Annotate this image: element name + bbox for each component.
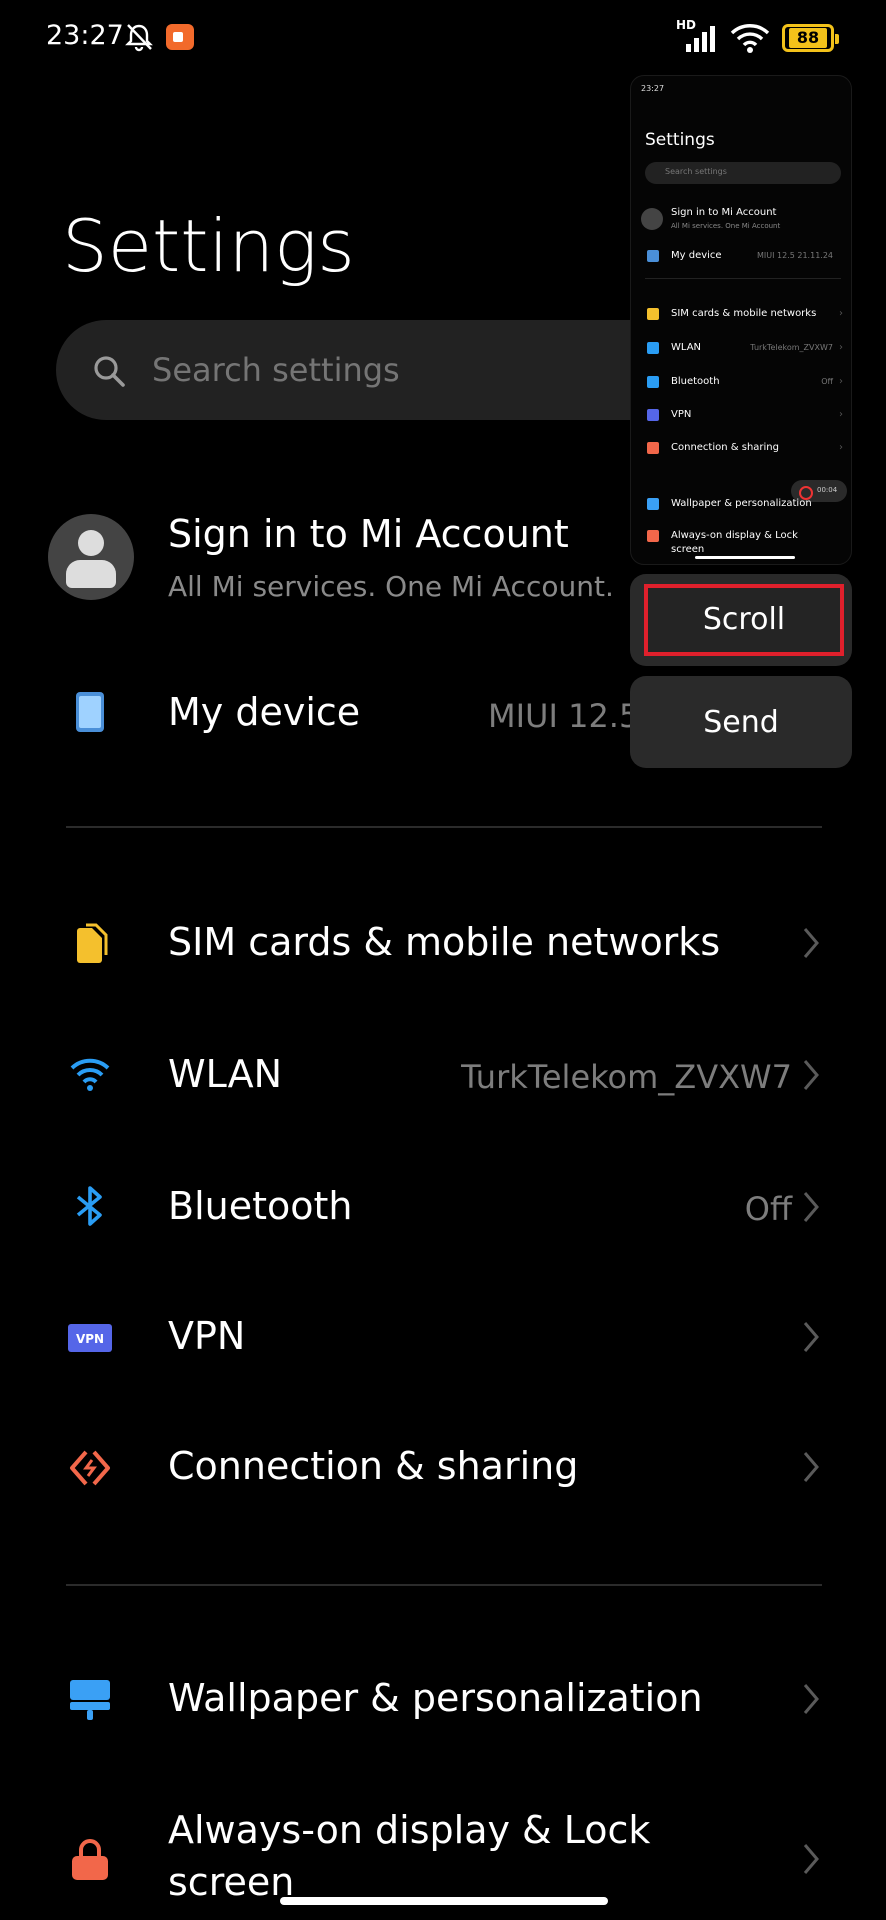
chevron-right-icon (803, 1060, 819, 1090)
mini-search-placeholder: Search settings (665, 167, 727, 176)
chevron-right-icon (803, 1844, 819, 1874)
mini-vpn-row: VPN › (631, 405, 851, 427)
bluetooth-value: Off (744, 1190, 792, 1228)
bluetooth-label[interactable]: Bluetooth (168, 1184, 352, 1228)
wallpaper-icon (70, 1680, 110, 1720)
battery-level: 88 (789, 28, 827, 48)
scroll-button[interactable]: Scroll (644, 584, 844, 656)
always-on-label[interactable]: Always-on display & Lock (168, 1808, 650, 1852)
sim-card-icon (77, 923, 108, 963)
wifi-icon (730, 24, 770, 53)
mini-account-subtitle: All Mi services. One Mi Account (671, 222, 781, 230)
chevron-right-icon (803, 1322, 819, 1352)
signal-icon (686, 26, 715, 52)
mini-avatar (641, 208, 663, 230)
status-time: 23:27 (46, 20, 124, 51)
mini-connection-row: Connection & sharing › (631, 438, 851, 460)
mini-wallpaper-row: Wallpaper & personalization (631, 494, 851, 516)
connection-sharing-label[interactable]: Connection & sharing (168, 1444, 578, 1488)
search-icon (94, 356, 125, 387)
account-subtitle: All Mi services. One Mi Account. (168, 570, 614, 603)
wallpaper-label[interactable]: Wallpaper & personalization (168, 1676, 703, 1720)
divider (66, 1584, 822, 1586)
search-input[interactable] (150, 350, 654, 390)
mini-bluetooth-row: Bluetooth Off › (631, 372, 851, 394)
status-bar: 23:27 HD 88 (0, 0, 886, 78)
send-button[interactable]: Send (630, 676, 852, 768)
mini-account-title: Sign in to Mi Account (671, 207, 777, 218)
mini-sim-row: SIM cards & mobile networks › (631, 304, 851, 326)
mini-title: Settings (645, 130, 715, 150)
mini-status-time: 23:27 (641, 84, 665, 93)
screen-preview-overlay: 23:27 Settings Search settings Sign in t… (630, 75, 852, 565)
connection-sharing-icon (70, 1450, 110, 1486)
chevron-right-icon (803, 1192, 819, 1222)
divider (66, 826, 822, 828)
chevron-right-icon (803, 928, 819, 958)
wlan-label[interactable]: WLAN (168, 1052, 282, 1096)
page-title: Settings (62, 204, 355, 288)
device-icon (76, 692, 104, 732)
bluetooth-icon (76, 1186, 102, 1226)
vpn-label[interactable]: VPN (168, 1314, 245, 1358)
mini-search-bar: Search settings (645, 162, 841, 184)
mini-my-device-row: My device MIUI 12.5 21.11.24 (631, 246, 851, 268)
lock-icon (72, 1839, 108, 1880)
my-device-label[interactable]: My device (168, 690, 360, 734)
wifi-icon (70, 1058, 110, 1091)
mini-wlan-row: WLAN TurkTelekom_ZVXW7 › (631, 338, 851, 360)
chevron-right-icon (803, 1452, 819, 1482)
screen-record-icon (166, 24, 194, 50)
always-on-label-line2: screen (168, 1860, 295, 1904)
wlan-value: TurkTelekom_ZVXW7 (461, 1058, 792, 1096)
mute-bell-icon (125, 24, 153, 52)
sim-cards-label[interactable]: SIM cards & mobile networks (168, 920, 720, 964)
mini-gesture-bar (695, 556, 795, 559)
svg-text:VPN: VPN (76, 1332, 104, 1346)
account-title: Sign in to Mi Account (168, 512, 569, 556)
gesture-bar[interactable] (280, 1897, 608, 1905)
avatar (48, 514, 134, 600)
battery-icon: 88 (782, 24, 839, 52)
vpn-icon: VPN (68, 1324, 112, 1352)
chevron-right-icon (803, 1684, 819, 1714)
